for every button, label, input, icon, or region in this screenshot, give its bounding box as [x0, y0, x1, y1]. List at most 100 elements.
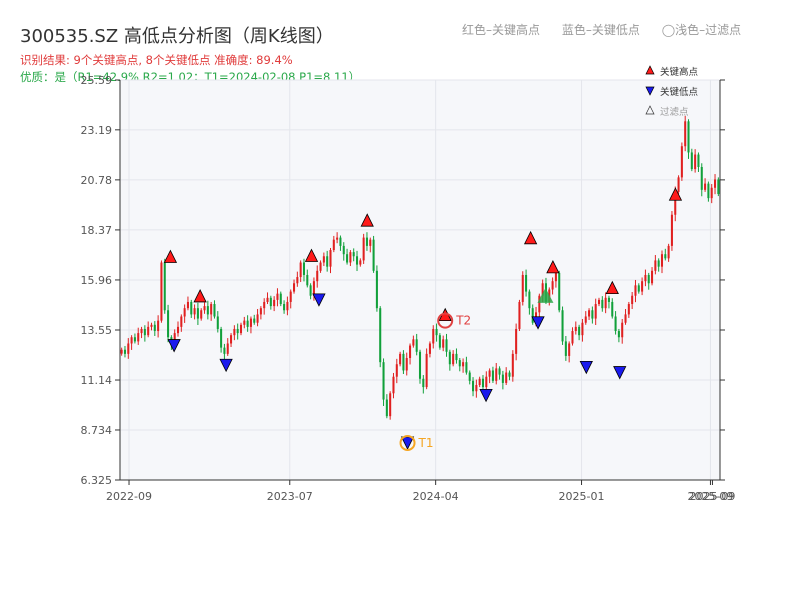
candle-body	[667, 245, 670, 259]
candle-body	[518, 301, 521, 329]
candle-body	[399, 353, 402, 365]
candle-body	[418, 351, 422, 379]
candle-body	[425, 353, 428, 388]
x-tick-label: 2024-04	[413, 490, 459, 503]
candle-body	[226, 343, 229, 354]
candle-body	[475, 385, 478, 392]
candle-body	[574, 326, 577, 332]
candle-body	[614, 316, 617, 332]
candle-body	[190, 301, 193, 315]
candle-body	[193, 308, 196, 315]
candle-body	[243, 320, 246, 325]
candle-body	[359, 260, 362, 265]
candle-body	[714, 179, 717, 188]
y-tick-label: 23.19	[81, 124, 113, 137]
candle-body	[249, 318, 252, 327]
candle-body	[481, 378, 485, 388]
candle-body	[508, 372, 511, 377]
candle-body	[372, 239, 375, 271]
candle-body	[660, 254, 664, 267]
candle-body	[462, 362, 465, 367]
candle-body	[710, 187, 713, 199]
candle-body	[379, 308, 382, 363]
candle-body	[584, 316, 587, 323]
candle-body	[594, 304, 597, 319]
candle-body	[210, 304, 213, 315]
legend-filtered-label: 过滤点	[660, 106, 689, 118]
candle-body	[362, 237, 365, 261]
y-tick-label: 8.734	[81, 424, 113, 437]
candle-body	[647, 274, 650, 284]
candle-body	[336, 237, 339, 240]
candle-body	[448, 351, 451, 365]
candle-body	[707, 183, 710, 199]
candle-body	[223, 347, 226, 354]
candle-body	[458, 360, 461, 367]
candle-body	[442, 339, 445, 348]
candle-body	[269, 297, 272, 307]
candle-body	[309, 285, 312, 296]
candle-body	[233, 328, 236, 336]
candle-body	[167, 310, 170, 338]
candle-body	[236, 328, 239, 334]
candle-body	[123, 349, 126, 354]
candle-body	[283, 304, 286, 311]
candle-body	[133, 337, 136, 342]
candle-body	[293, 283, 296, 292]
candle-body	[342, 245, 345, 255]
candle-body	[332, 239, 335, 251]
candle-body	[346, 254, 349, 263]
candle-body	[220, 328, 223, 348]
candle-body	[200, 310, 203, 319]
candle-body	[395, 364, 398, 377]
candle-body	[355, 256, 359, 265]
candle-body	[468, 372, 471, 381]
annotation-label-t1: T1	[418, 436, 434, 450]
candle-body	[150, 324, 153, 327]
candle-body	[143, 328, 146, 336]
candle-body	[160, 262, 163, 321]
candle-body	[455, 353, 458, 361]
candle-body	[349, 252, 352, 263]
candle-body	[239, 324, 243, 334]
candle-body	[409, 345, 412, 359]
candle-body	[607, 297, 610, 302]
candle-body	[319, 262, 322, 271]
candle-body	[634, 285, 637, 296]
candle-body	[259, 308, 262, 315]
x-axis-ticks: 2022-09 2023-07 2024-04 2025-01 2025-092025-…	[106, 480, 735, 503]
candle-body	[495, 368, 498, 381]
candle-body	[554, 272, 557, 282]
candle-body	[289, 291, 292, 302]
candle-body	[428, 343, 431, 354]
candle-body	[186, 301, 189, 309]
candle-body	[521, 274, 524, 302]
candle-body	[641, 281, 644, 292]
candle-body	[694, 154, 697, 170]
candlestick-chart: T1 T2 6.325 8.734 11.14 13.55 15.96 18.37 20.78…	[81, 65, 735, 503]
candle-body	[501, 374, 504, 383]
candle-body	[528, 291, 531, 309]
candle-body	[382, 362, 385, 400]
candle-body	[697, 154, 700, 167]
candle-body	[279, 293, 282, 305]
candle-body	[435, 328, 438, 336]
candle-body	[273, 299, 276, 307]
candle-body	[687, 121, 690, 153]
candle-body	[568, 343, 571, 356]
candle-body	[498, 368, 501, 375]
candle-body	[157, 320, 160, 332]
candle-body	[183, 308, 186, 317]
candle-body	[452, 353, 455, 365]
candle-body	[680, 146, 683, 178]
candle-body	[316, 270, 319, 282]
candle-body	[601, 299, 604, 309]
candle-body	[266, 297, 269, 302]
candle-body	[276, 293, 279, 300]
x-tick-label: 2025-01	[559, 490, 605, 503]
candle-body	[405, 358, 408, 371]
candle-body	[670, 214, 673, 246]
candle-body	[299, 262, 302, 278]
candle-body	[488, 370, 491, 377]
candle-body	[465, 362, 468, 373]
